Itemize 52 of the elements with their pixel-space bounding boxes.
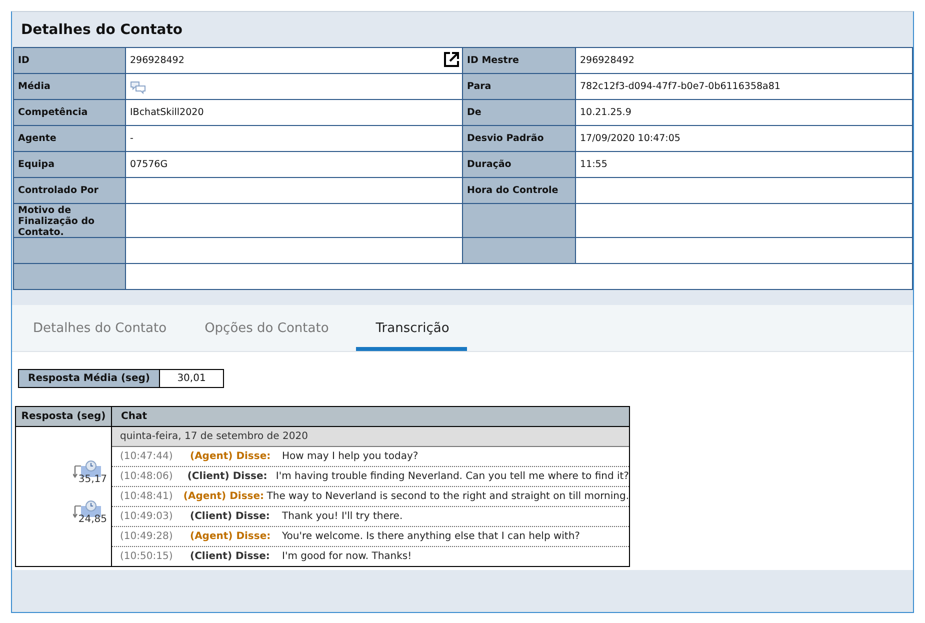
field-value: - [126, 126, 463, 152]
message-time: (10:48:41) [120, 491, 174, 502]
column-header: Resposta (seg) [16, 407, 112, 427]
field-label: Para [463, 74, 576, 100]
response-time: 35,17 [78, 475, 107, 485]
external-link-icon[interactable] [444, 52, 459, 67]
tab[interactable]: Detalhes do Contato [22, 305, 178, 351]
field-label: Duração [463, 152, 576, 178]
field-value: 296928492 [576, 48, 913, 74]
average-response-value: 30,01 [176, 372, 207, 386]
field-label: De [463, 100, 576, 126]
message-text: I'm good for now. Thanks! [282, 551, 412, 562]
message-text: The way to Neverland is second to the right and straight on till morning. [266, 491, 629, 502]
speaker-label: (Agent) Disse: [190, 451, 272, 462]
field-label: Agente [14, 126, 126, 152]
field-value: 296928492 [126, 48, 463, 74]
field-value: 17/09/2020 10:47:05 [576, 126, 913, 152]
speaker-label: (Client) Disse: [187, 471, 268, 482]
column-header: Chat [112, 407, 629, 427]
field-value: 11:55 [576, 152, 913, 178]
speaker-label: (Client) Disse: [190, 551, 271, 562]
speaker-label: (Agent) Disse: [183, 491, 266, 502]
message-time: (10:48:06) [120, 471, 174, 482]
message-text: Thank you! I'll try there. [282, 511, 403, 522]
chat-bubbles-icon [130, 80, 146, 94]
field-value: 10.21.25.9 [576, 100, 913, 126]
message-text: I'm having trouble finding Neverland. Can you tell me where to find it? [276, 471, 629, 482]
field-label: Equipa [14, 152, 126, 178]
message-text: You're welcome. Is there anything else that I can help with? [282, 531, 580, 542]
field-label: Hora do Controle [463, 178, 576, 204]
average-response-label: Resposta Média (seg) [19, 370, 160, 387]
field-label: Média [14, 74, 126, 100]
response-time: 24,85 [78, 515, 107, 525]
field-value: IBchatSkill2020 [126, 100, 463, 126]
field-value: 782c12f3-d094-47f7-b0e7-0b6116358a81 [576, 74, 913, 100]
field-label: ID [14, 48, 126, 74]
message-time: (10:50:15) [120, 551, 174, 562]
tab[interactable]: Opções do Contato [194, 305, 340, 351]
message-text: How may I help you today? [282, 451, 418, 462]
message-time: (10:49:03) [120, 511, 174, 522]
message-time: (10:49:28) [120, 531, 174, 542]
speaker-label: (Client) Disse: [190, 511, 271, 522]
date-header: quinta-feira, 17 de setembro de 2020 [112, 427, 629, 447]
field-value: 07576G [126, 152, 463, 178]
field-label: Controlado Por [14, 178, 126, 204]
speaker-label: (Agent) Disse: [190, 531, 272, 542]
field-label: Motivo de Finalização do Contato. [14, 204, 126, 238]
field-label: Desvio Padrão [463, 126, 576, 152]
panel-title: Detalhes do Contato [21, 22, 183, 38]
field-label: ID Mestre [463, 48, 576, 74]
message-time: (10:47:44) [120, 451, 174, 462]
field-label: Competência [14, 100, 126, 126]
